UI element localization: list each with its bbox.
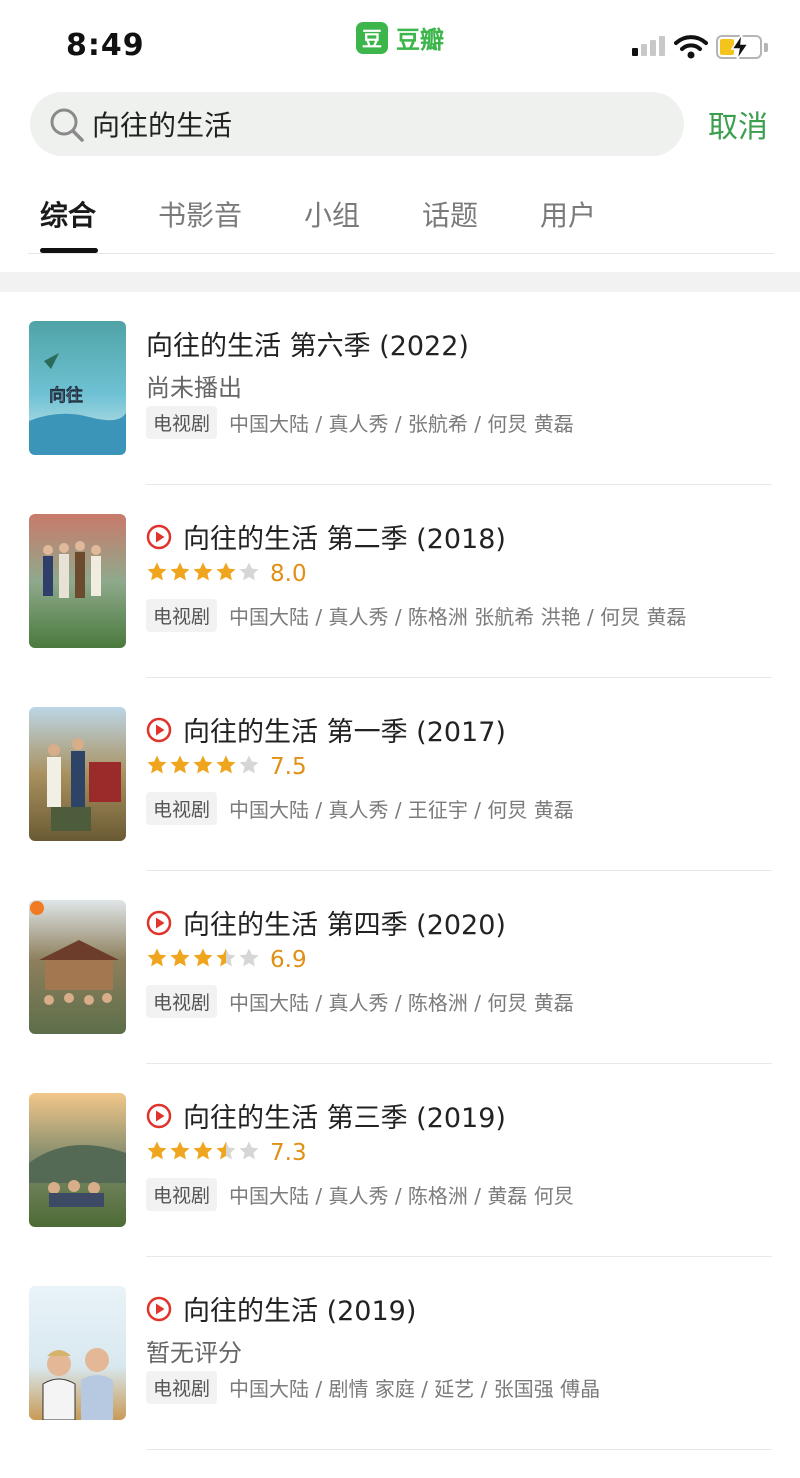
star-full-icon: [169, 947, 191, 973]
star-full-icon: [146, 947, 168, 973]
star-half-icon: [215, 1140, 237, 1166]
type-tag: 电视剧: [146, 406, 218, 439]
star-full-icon: [215, 754, 237, 780]
type-tag: 电视剧: [146, 599, 218, 632]
result-item[interactable]: 向往的生活 第二季 (2018) 8.0 电视剧 中国大陆 / 真人秀 / 陈格…: [0, 499, 800, 692]
tabs-divider: [28, 253, 774, 254]
tab-groups[interactable]: 小组: [304, 194, 360, 234]
poster-image: [29, 1286, 126, 1420]
svg-text:向往: 向往: [49, 385, 83, 406]
poster-image: [29, 900, 126, 1034]
star-full-icon: [169, 1140, 191, 1166]
section-separator: [0, 272, 800, 292]
meta-info: 中国大陆 / 真人秀 / 王征宇 / 何炅 黄磊: [229, 798, 574, 822]
meta-info: 中国大陆 / 真人秀 / 张航希 / 何炅 黄磊: [229, 412, 574, 436]
star-full-icon: [192, 561, 214, 587]
tab-topics[interactable]: 话题: [422, 194, 478, 234]
play-icon[interactable]: [146, 1296, 172, 1322]
star-rating: [146, 947, 260, 973]
star-empty-icon: [238, 561, 260, 587]
divider: [146, 1256, 772, 1257]
meta-info: 中国大陆 / 真人秀 / 陈格洲 / 黄磊 何炅: [229, 1184, 574, 1208]
status-bar: 8:49 豆 豆瓣: [0, 0, 800, 84]
rating-score: 7.5: [270, 754, 307, 780]
app-name: 豆瓣: [396, 26, 444, 54]
star-full-icon: [169, 754, 191, 780]
type-tag: 电视剧: [146, 792, 218, 825]
play-icon[interactable]: [146, 717, 172, 743]
poster-image: [29, 1093, 126, 1227]
play-icon[interactable]: [146, 910, 172, 936]
result-item[interactable]: 向往的生活 (2019) 暂无评分 电视剧 中国大陆 / 剧情 家庭 / 延艺 …: [0, 1271, 800, 1464]
meta-info: 中国大陆 / 剧情 家庭 / 延艺 / 张国强 傅晶: [229, 1377, 601, 1401]
result-title: 向往的生活 第三季 (2019): [183, 1103, 506, 1134]
divider: [146, 870, 772, 871]
star-full-icon: [215, 561, 237, 587]
type-tag: 电视剧: [146, 1371, 218, 1404]
divider: [146, 484, 772, 485]
star-full-icon: [146, 754, 168, 780]
result-item[interactable]: 向往 向往的生活 第六季 (2022) 尚未播出 电视剧 中国大陆 / 真人秀 …: [0, 306, 800, 499]
tab-bar: 综合 书影音 小组 话题 用户: [0, 190, 800, 254]
result-title: 向往的生活 第二季 (2018): [183, 524, 506, 555]
cancel-button[interactable]: 取消: [708, 102, 768, 146]
meta-info: 中国大陆 / 真人秀 / 陈格洲 / 何炅 黄磊: [229, 991, 574, 1015]
type-tag: 电视剧: [146, 985, 218, 1018]
star-full-icon: [192, 1140, 214, 1166]
status-time: 8:49: [66, 28, 145, 63]
rating-status: 暂无评分: [146, 1339, 242, 1367]
poster-image: [29, 514, 126, 648]
search-icon: [50, 108, 84, 142]
result-title: 向往的生活 第一季 (2017): [183, 717, 506, 748]
star-full-icon: [146, 561, 168, 587]
star-rating: [146, 754, 260, 780]
play-icon[interactable]: [146, 1103, 172, 1129]
rating-score: 6.9: [270, 947, 307, 973]
result-item[interactable]: 向往的生活 第一季 (2017) 7.5 电视剧 中国大陆 / 真人秀 / 王征…: [0, 692, 800, 885]
air-status: 尚未播出: [146, 374, 242, 402]
result-title: 向往的生活 第四季 (2020): [183, 910, 506, 941]
douban-logo-icon: 豆: [356, 21, 388, 54]
divider: [146, 1449, 772, 1450]
star-full-icon: [192, 947, 214, 973]
result-title: 向往的生活 (2019): [183, 1296, 417, 1327]
type-tag: 电视剧: [146, 1178, 218, 1211]
tab-books-movies-music[interactable]: 书影音: [158, 194, 242, 234]
result-item[interactable]: 向往的生活 第三季 (2019) 7.3 电视剧 中国大陆 / 真人秀 / 陈格…: [0, 1078, 800, 1271]
star-rating: [146, 1140, 260, 1166]
rating-score: 7.3: [270, 1140, 307, 1166]
app-badge: 豆 豆瓣: [356, 20, 444, 55]
cellular-signal-icon: [632, 36, 665, 56]
wifi-icon: [674, 35, 708, 59]
star-full-icon: [192, 754, 214, 780]
divider: [146, 1063, 772, 1064]
search-input[interactable]: [92, 92, 652, 156]
meta-info: 中国大陆 / 真人秀 / 陈格洲 张航希 洪艳 / 何炅 黄磊: [229, 605, 687, 629]
star-half-icon: [215, 947, 237, 973]
rating-score: 8.0: [270, 561, 307, 587]
play-icon[interactable]: [146, 524, 172, 550]
divider: [146, 677, 772, 678]
star-full-icon: [169, 561, 191, 587]
charging-bolt-icon: [730, 33, 750, 61]
result-item[interactable]: 向往的生活 第四季 (2020) 6.9 电视剧 中国大陆 / 真人秀 / 陈格…: [0, 885, 800, 1078]
poster-image: [29, 707, 126, 841]
tab-users[interactable]: 用户: [540, 194, 596, 234]
search-box[interactable]: [30, 92, 684, 156]
star-empty-icon: [238, 947, 260, 973]
star-full-icon: [146, 1140, 168, 1166]
star-empty-icon: [238, 1140, 260, 1166]
star-rating: [146, 561, 260, 587]
star-empty-icon: [238, 754, 260, 780]
tab-comprehensive[interactable]: 综合: [40, 194, 96, 234]
poster-image: 向往: [29, 321, 126, 455]
result-title: 向往的生活 第六季 (2022): [146, 331, 469, 362]
